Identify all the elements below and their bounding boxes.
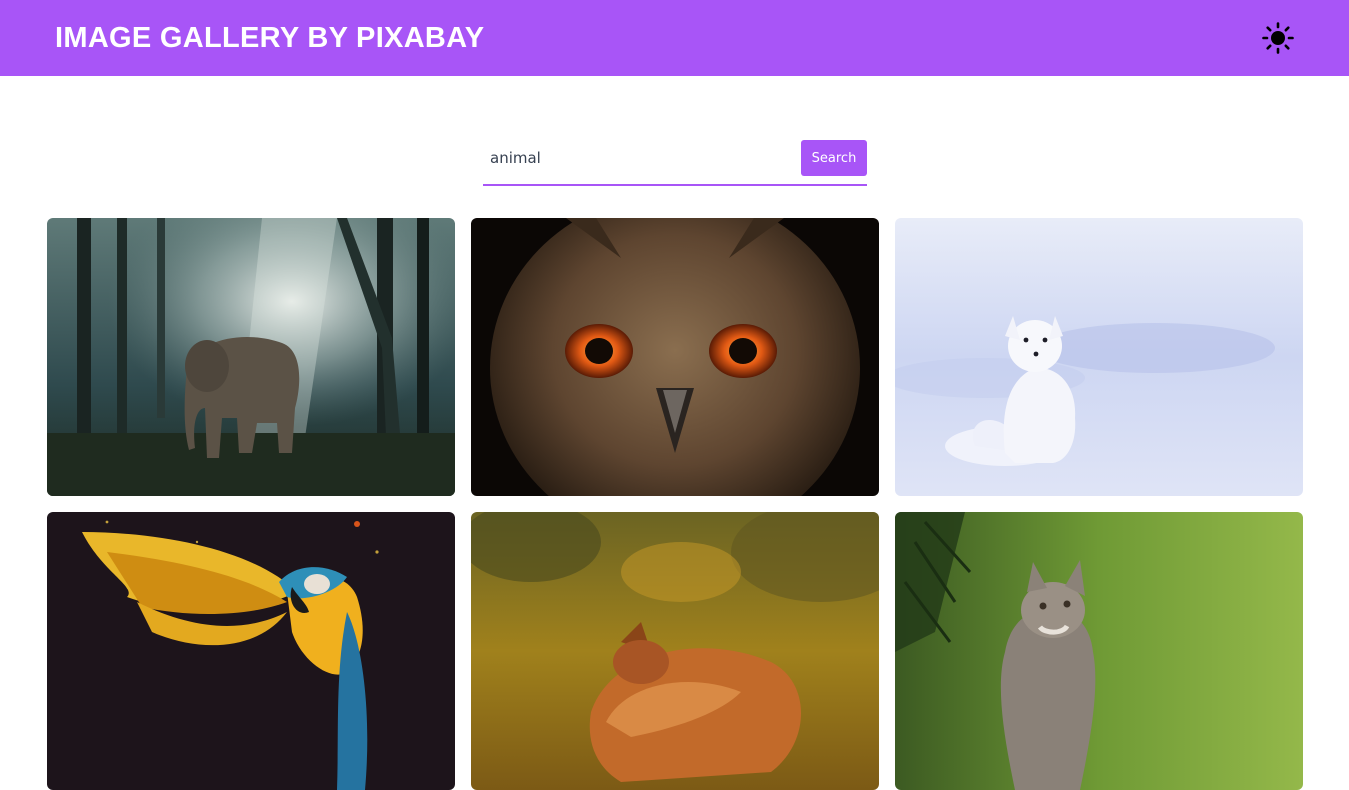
- gallery-image-macaw[interactable]: [47, 512, 455, 790]
- kitten-image: [895, 512, 1303, 790]
- image-gallery: [47, 218, 1303, 790]
- search-bar: Search: [483, 139, 867, 186]
- search-input[interactable]: [483, 139, 793, 177]
- gallery-image-owl[interactable]: [471, 218, 879, 496]
- theme-toggle-button[interactable]: [1261, 21, 1295, 55]
- search-button[interactable]: Search: [801, 140, 867, 176]
- gallery-image-sleeping-fox[interactable]: [471, 512, 879, 790]
- app-header: IMAGE GALLERY BY PIXABAY: [0, 0, 1349, 76]
- arctic-fox-image: [895, 218, 1303, 496]
- gallery-image-arctic-fox[interactable]: [895, 218, 1303, 496]
- macaw-image: [47, 512, 455, 790]
- sun-icon: [1262, 22, 1294, 54]
- elephant-image: [47, 218, 455, 496]
- page-title: IMAGE GALLERY BY PIXABAY: [55, 21, 485, 54]
- gallery-image-elephant[interactable]: [47, 218, 455, 496]
- owl-image: [471, 218, 879, 496]
- gallery-image-kitten[interactable]: [895, 512, 1303, 790]
- sleeping-fox-image: [471, 512, 879, 790]
